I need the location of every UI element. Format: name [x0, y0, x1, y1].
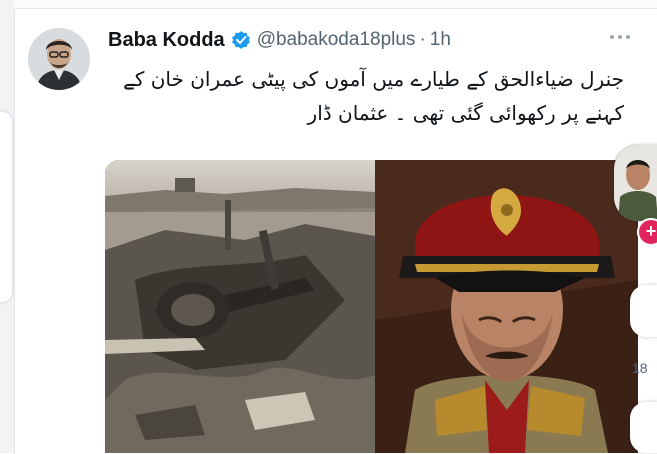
separator-dot: ·: [419, 29, 426, 50]
side-action-pill[interactable]: [630, 285, 657, 337]
notification-badge-icon[interactable]: +: [637, 218, 657, 246]
author-handle[interactable]: @babakoda18plus: [257, 29, 416, 51]
author-avatar[interactable]: [28, 28, 90, 90]
tweet-media[interactable]: [105, 160, 638, 453]
crash-wreckage-photo[interactable]: [105, 160, 375, 453]
tweet-timestamp[interactable]: 1h: [430, 29, 451, 51]
general-portrait-photo[interactable]: [375, 160, 638, 453]
side-count: 18: [632, 360, 648, 376]
floating-profile-avatar[interactable]: [614, 145, 657, 221]
tweet-text: جنرل ضیاءالحق کے طیارے میں آموں کی پیٹی …: [123, 67, 624, 125]
side-action-pill-lower[interactable]: [630, 402, 657, 453]
verified-badge-icon: [231, 30, 251, 50]
author-display-name[interactable]: Baba Kodda: [108, 29, 225, 52]
author-row: Baba Kodda @babakoda18plus · 1h: [108, 27, 451, 53]
more-options-icon[interactable]: [610, 30, 636, 44]
left-side-panel[interactable]: [0, 112, 12, 302]
